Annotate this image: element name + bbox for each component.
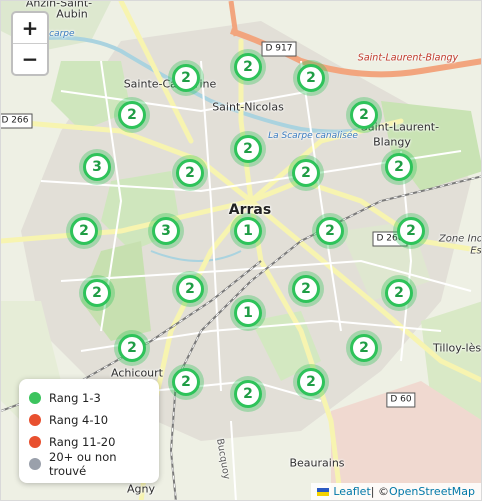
rank-marker[interactable]: 3 — [148, 213, 184, 249]
map[interactable]: Anzin-Saint- Aubin Sainte-Catherine Sain… — [0, 0, 482, 501]
leaflet-link[interactable]: Leaflet — [333, 485, 370, 498]
rank-marker[interactable]: 3 — [79, 149, 115, 185]
rank-label: 2 — [316, 217, 344, 245]
legend-label: Rang 11-20 — [49, 435, 116, 449]
rank-label: 2 — [118, 334, 146, 362]
legend-item: 20+ ou non trouvé — [29, 450, 149, 478]
place-label: Agny — [127, 482, 155, 496]
rank-marker[interactable]: 2 — [114, 330, 150, 366]
rank-marker[interactable]: 2 — [393, 213, 429, 249]
legend-swatch — [29, 436, 41, 448]
zoom-out-button[interactable]: − — [13, 44, 47, 74]
rank-label: 2 — [292, 275, 320, 303]
rank-label: 2 — [350, 101, 378, 129]
rank-label: 2 — [176, 159, 204, 187]
place-label: Aubin — [56, 7, 88, 21]
legend-label: 20+ ou non trouvé — [49, 450, 117, 478]
rank-marker[interactable]: 2 — [381, 149, 417, 185]
legend-swatch — [29, 392, 41, 404]
rank-label: 2 — [172, 64, 200, 92]
place-label: Achicourt — [111, 366, 163, 380]
rank-marker[interactable]: 2 — [230, 49, 266, 85]
rank-label: 2 — [176, 275, 204, 303]
rank-marker[interactable]: 2 — [230, 131, 266, 167]
rank-marker[interactable]: 2 — [346, 330, 382, 366]
place-label: Saint-Nicolas — [212, 100, 284, 114]
rank-label: 2 — [397, 217, 425, 245]
rank-marker[interactable]: 2 — [288, 271, 324, 307]
rank-marker[interactable]: 2 — [381, 275, 417, 311]
rank-marker[interactable]: 2 — [168, 364, 204, 400]
road-shield: D 266 — [1, 113, 33, 129]
rank-marker[interactable]: 2 — [79, 275, 115, 311]
rank-label: 2 — [83, 279, 111, 307]
legend-swatch — [29, 458, 41, 470]
place-label: Zone Ind — [438, 233, 482, 245]
place-label: Tilloy-lès- — [432, 341, 482, 355]
zoom-control: + − — [11, 11, 49, 76]
rank-marker[interactable]: 2 — [172, 271, 208, 307]
legend-swatch — [29, 414, 41, 426]
rank-marker[interactable]: 1 — [230, 295, 266, 331]
place-label: Es — [470, 245, 482, 257]
rank-label: 1 — [234, 217, 262, 245]
legend-item: Rang 4-10 — [29, 409, 149, 431]
rank-label: 2 — [385, 279, 413, 307]
rank-marker[interactable]: 2 — [293, 60, 329, 96]
legend-label: Rang 1-3 — [49, 391, 101, 405]
place-label: Saint-Laurent-Blangy — [357, 52, 459, 64]
zoom-in-button[interactable]: + — [13, 13, 47, 44]
attribution-separator: | © — [370, 485, 389, 498]
ukraine-flag-icon — [317, 487, 330, 496]
rank-marker[interactable]: 2 — [66, 213, 102, 249]
rank-marker[interactable]: 2 — [288, 155, 324, 191]
rank-marker[interactable]: 2 — [114, 97, 150, 133]
attribution: Leaflet | © OpenStreetMap — [311, 483, 481, 500]
rank-label: 2 — [297, 64, 325, 92]
rank-label: 2 — [234, 380, 262, 408]
place-label: Beaurains — [289, 456, 345, 470]
rank-marker[interactable]: 1 — [230, 213, 266, 249]
rank-label: 2 — [234, 135, 262, 163]
rank-label: 2 — [292, 159, 320, 187]
rank-marker[interactable]: 2 — [230, 376, 266, 412]
river-label: La Scarpe canalisée — [268, 131, 358, 141]
rank-marker[interactable]: 2 — [346, 97, 382, 133]
rank-label: 2 — [385, 153, 413, 181]
rank-label: 2 — [118, 101, 146, 129]
rank-marker[interactable]: 2 — [293, 364, 329, 400]
place-label: Blangy — [373, 135, 411, 149]
rank-marker[interactable]: 2 — [172, 155, 208, 191]
rank-label: 2 — [234, 53, 262, 81]
rank-label: 2 — [172, 368, 200, 396]
legend-label: Rang 4-10 — [49, 413, 109, 427]
rank-label: 2 — [70, 217, 98, 245]
rank-marker[interactable]: 2 — [312, 213, 348, 249]
rank-label: 1 — [234, 299, 262, 327]
rank-marker[interactable]: 2 — [168, 60, 204, 96]
road-shield: D 60 — [386, 392, 416, 408]
rank-label: 3 — [152, 217, 180, 245]
rank-label: 3 — [83, 153, 111, 181]
map-legend: Rang 1-3 Rang 4-10 Rang 11-20 20+ ou non… — [19, 379, 159, 483]
road-shield: D 917 — [261, 41, 297, 57]
rank-label: 2 — [297, 368, 325, 396]
rank-label: 2 — [350, 334, 378, 362]
legend-item: Rang 1-3 — [29, 387, 149, 409]
openstreetmap-link[interactable]: OpenStreetMap — [389, 485, 475, 498]
